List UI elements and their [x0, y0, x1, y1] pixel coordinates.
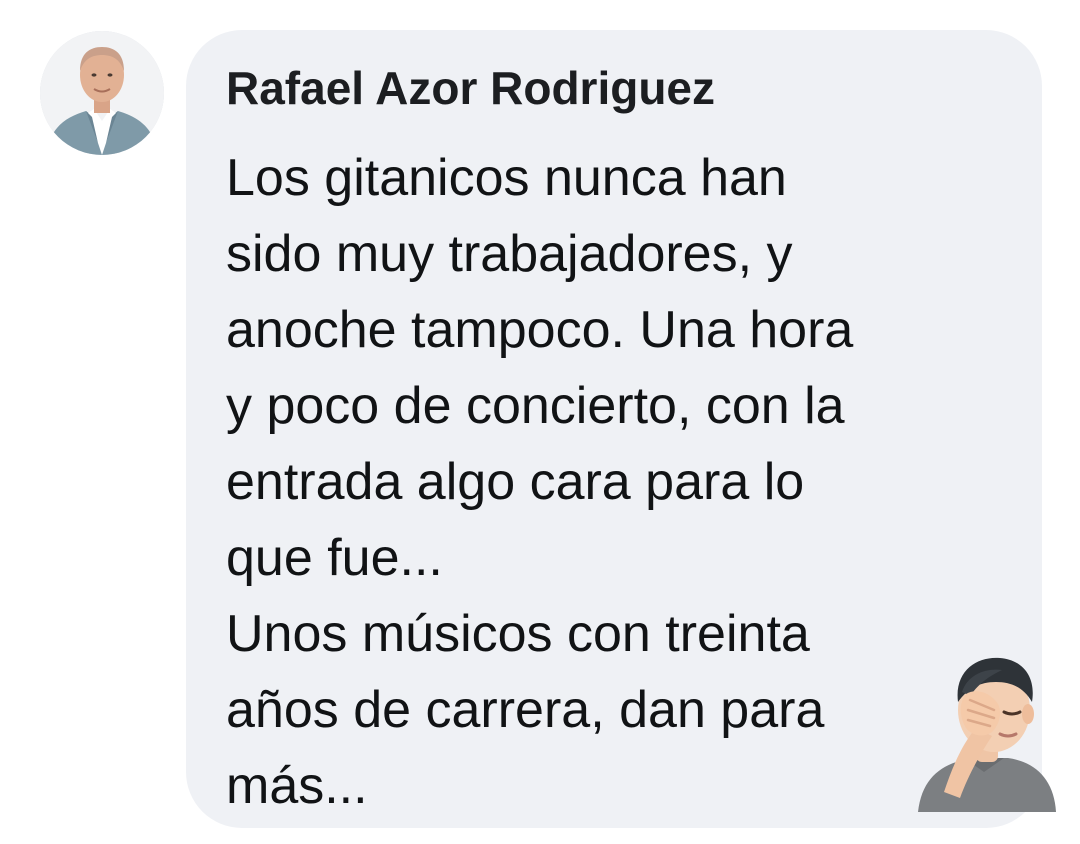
avatar-photo-icon: [40, 31, 164, 155]
facepalm-emoji: [904, 652, 1060, 812]
comment-line: que fue...: [226, 529, 443, 587]
author-avatar[interactable]: [40, 31, 164, 155]
author-name[interactable]: Rafael Azor Rodriguez: [226, 58, 715, 118]
comment-line: anoche tampoco. Una hora: [226, 301, 854, 359]
comment-line: entrada algo cara para lo: [226, 453, 805, 511]
comment-line: Los gitanicos nunca han: [226, 149, 787, 207]
comment-line: y poco de concierto, con la: [226, 377, 845, 435]
comment: Rafael Azor Rodriguez Los gitanicos nunc…: [0, 0, 1080, 844]
facepalm-icon: [918, 657, 1056, 812]
comment-line: sido muy trabajadores, y: [226, 225, 793, 283]
